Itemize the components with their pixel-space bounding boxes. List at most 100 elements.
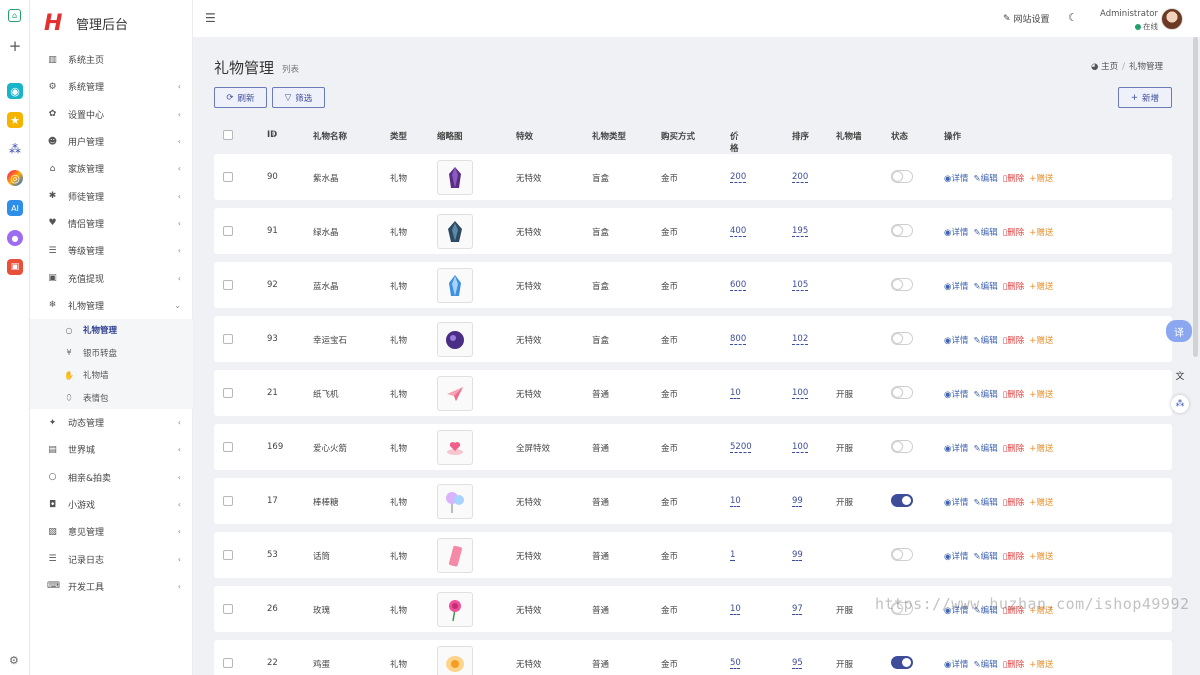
row-checkbox[interactable] <box>223 280 233 290</box>
row-checkbox[interactable] <box>223 442 233 452</box>
network-app-icon[interactable]: ⁂ <box>7 141 23 157</box>
sidebar-item-moments[interactable]: ✦ 动态管理 ‹ <box>30 409 193 436</box>
edit-link[interactable]: ✎编辑 <box>973 498 997 508</box>
detail-link[interactable]: ◉详情 <box>944 336 968 346</box>
gift-link[interactable]: +赠送 <box>1029 174 1053 184</box>
gift-link[interactable]: +赠送 <box>1029 552 1053 562</box>
avatar[interactable] <box>1161 8 1183 30</box>
status-toggle[interactable] <box>891 332 913 345</box>
edit-link[interactable]: ✎编辑 <box>973 660 997 670</box>
sidebar-item-devtools[interactable]: ⌨ 开发工具 ‹ <box>30 573 193 600</box>
app-shortcut-icon-1[interactable]: ◉ <box>7 83 23 99</box>
breadcrumb-home[interactable]: 主页 <box>1101 62 1118 72</box>
edit-link[interactable]: ✎编辑 <box>973 228 997 238</box>
status-toggle[interactable] <box>891 656 913 669</box>
cell-price[interactable]: 50 <box>730 658 741 668</box>
delete-link[interactable]: ▯删除 <box>1003 444 1025 454</box>
select-all-checkbox[interactable] <box>223 130 233 140</box>
refresh-button[interactable]: ⟳ 刷新 <box>214 87 267 108</box>
cell-price[interactable]: 600 <box>730 280 746 290</box>
edit-link[interactable]: ✎编辑 <box>973 282 997 292</box>
row-checkbox[interactable] <box>223 550 233 560</box>
star-app-icon[interactable]: ★ <box>7 112 23 128</box>
cell-price[interactable]: 10 <box>730 388 741 398</box>
sidebar-item-logs[interactable]: ☰ 记录日志 ‹ <box>30 545 193 572</box>
status-toggle[interactable] <box>891 440 913 453</box>
site-settings-link[interactable]: ✎ 网站设置 <box>1003 12 1050 26</box>
cell-sort[interactable]: 195 <box>792 226 808 236</box>
sidebar-item-recharge[interactable]: ▣ 充值提现 ‹ <box>30 264 193 291</box>
delete-link[interactable]: ▯删除 <box>1003 228 1025 238</box>
row-checkbox[interactable] <box>223 658 233 668</box>
sidebar-subitem-wheel[interactable]: ¥ 银币转盘 <box>30 341 193 364</box>
sidebar-item-home[interactable]: ▥ 系统主页 <box>30 46 193 73</box>
row-checkbox[interactable] <box>223 172 233 182</box>
row-checkbox[interactable] <box>223 604 233 614</box>
delete-link[interactable]: ▯删除 <box>1003 336 1025 346</box>
delete-link[interactable]: ▯删除 <box>1003 282 1025 292</box>
cell-sort[interactable]: 99 <box>792 496 803 506</box>
sidebar-item-users[interactable]: ☻ 用户管理 ‹ <box>30 128 193 155</box>
delete-link[interactable]: ▯删除 <box>1003 390 1025 400</box>
user-info[interactable]: Administrator 在线 <box>1098 9 1158 32</box>
cell-sort[interactable]: 100 <box>792 442 808 452</box>
network-tool-icon[interactable]: ⁂ <box>1171 395 1189 413</box>
delete-link[interactable]: ▯删除 <box>1003 660 1025 670</box>
cell-sort[interactable]: 200 <box>792 172 808 182</box>
thumbnail-image[interactable] <box>437 538 473 573</box>
cell-price[interactable]: 10 <box>730 604 741 614</box>
gift-link[interactable]: +赠送 <box>1029 498 1053 508</box>
detail-link[interactable]: ◉详情 <box>944 660 968 670</box>
gift-link[interactable]: +赠送 <box>1029 660 1053 670</box>
cell-price[interactable]: 10 <box>730 496 741 506</box>
sidebar-item-dating[interactable]: ○ 相亲&拍卖 ‹ <box>30 464 193 491</box>
status-toggle[interactable] <box>891 548 913 561</box>
page-scrollbar[interactable] <box>1193 37 1198 357</box>
delete-link[interactable]: ▯删除 <box>1003 552 1025 562</box>
sidebar-subitem-gift-manage[interactable]: ○ 礼物管理 <box>30 319 193 342</box>
status-toggle[interactable] <box>891 386 913 399</box>
delete-link[interactable]: ▯删除 <box>1003 498 1025 508</box>
settings-gear-icon[interactable]: ⚙ <box>9 654 19 667</box>
sidebar-item-settings[interactable]: ✿ 设置中心 ‹ <box>30 101 193 128</box>
row-checkbox[interactable] <box>223 496 233 506</box>
filter-button[interactable]: ▽ 筛选 <box>272 87 325 108</box>
thumbnail-image[interactable] <box>437 160 473 195</box>
edit-link[interactable]: ✎编辑 <box>973 336 997 346</box>
thumbnail-image[interactable] <box>437 268 473 303</box>
sidebar-item-family[interactable]: ⌂ 家族管理 ‹ <box>30 155 193 182</box>
sidebar-item-couple[interactable]: ♥ 情侣管理 ‹ <box>30 210 193 237</box>
detail-link[interactable]: ◉详情 <box>944 282 968 292</box>
status-toggle[interactable] <box>891 224 913 237</box>
edit-link[interactable]: ✎编辑 <box>973 444 997 454</box>
edit-link[interactable]: ✎编辑 <box>973 552 997 562</box>
row-checkbox[interactable] <box>223 226 233 236</box>
add-button[interactable]: + 新增 <box>1118 87 1172 108</box>
cell-sort[interactable]: 95 <box>792 658 803 668</box>
cell-price[interactable]: 400 <box>730 226 746 236</box>
sidebar-item-system[interactable]: ⚙ 系统管理 ‹ <box>30 73 193 100</box>
game-app-icon[interactable]: ▣ <box>7 259 23 275</box>
cell-price[interactable]: 1 <box>730 550 735 560</box>
cell-sort[interactable]: 105 <box>792 280 808 290</box>
detail-link[interactable]: ◉详情 <box>944 498 968 508</box>
sidebar-subitem-emoji[interactable]: ⬯ 表情包 <box>30 386 193 409</box>
plus-icon[interactable]: + <box>7 37 23 55</box>
sidebar-item-world[interactable]: ▤ 世界城 ‹ <box>30 436 193 463</box>
gift-link[interactable]: +赠送 <box>1029 282 1053 292</box>
row-checkbox[interactable] <box>223 388 233 398</box>
cell-sort[interactable]: 97 <box>792 604 803 614</box>
home-icon[interactable]: ⌂ <box>8 9 21 22</box>
sidebar-item-feedback[interactable]: ▧ 意见管理 ‹ <box>30 518 193 545</box>
chat-app-icon[interactable]: ● <box>7 230 23 246</box>
thumbnail-image[interactable] <box>437 376 473 411</box>
status-toggle[interactable] <box>891 278 913 291</box>
thumbnail-image[interactable] <box>437 646 473 675</box>
edit-link[interactable]: ✎编辑 <box>973 390 997 400</box>
translate-button[interactable]: 译 <box>1166 320 1192 342</box>
detail-link[interactable]: ◉详情 <box>944 228 968 238</box>
sidebar-item-gift[interactable]: ❄ 礼物管理 ⌄ <box>30 292 193 319</box>
thumbnail-image[interactable] <box>437 484 473 519</box>
gift-link[interactable]: +赠送 <box>1029 444 1053 454</box>
thumbnail-image[interactable] <box>437 322 473 357</box>
